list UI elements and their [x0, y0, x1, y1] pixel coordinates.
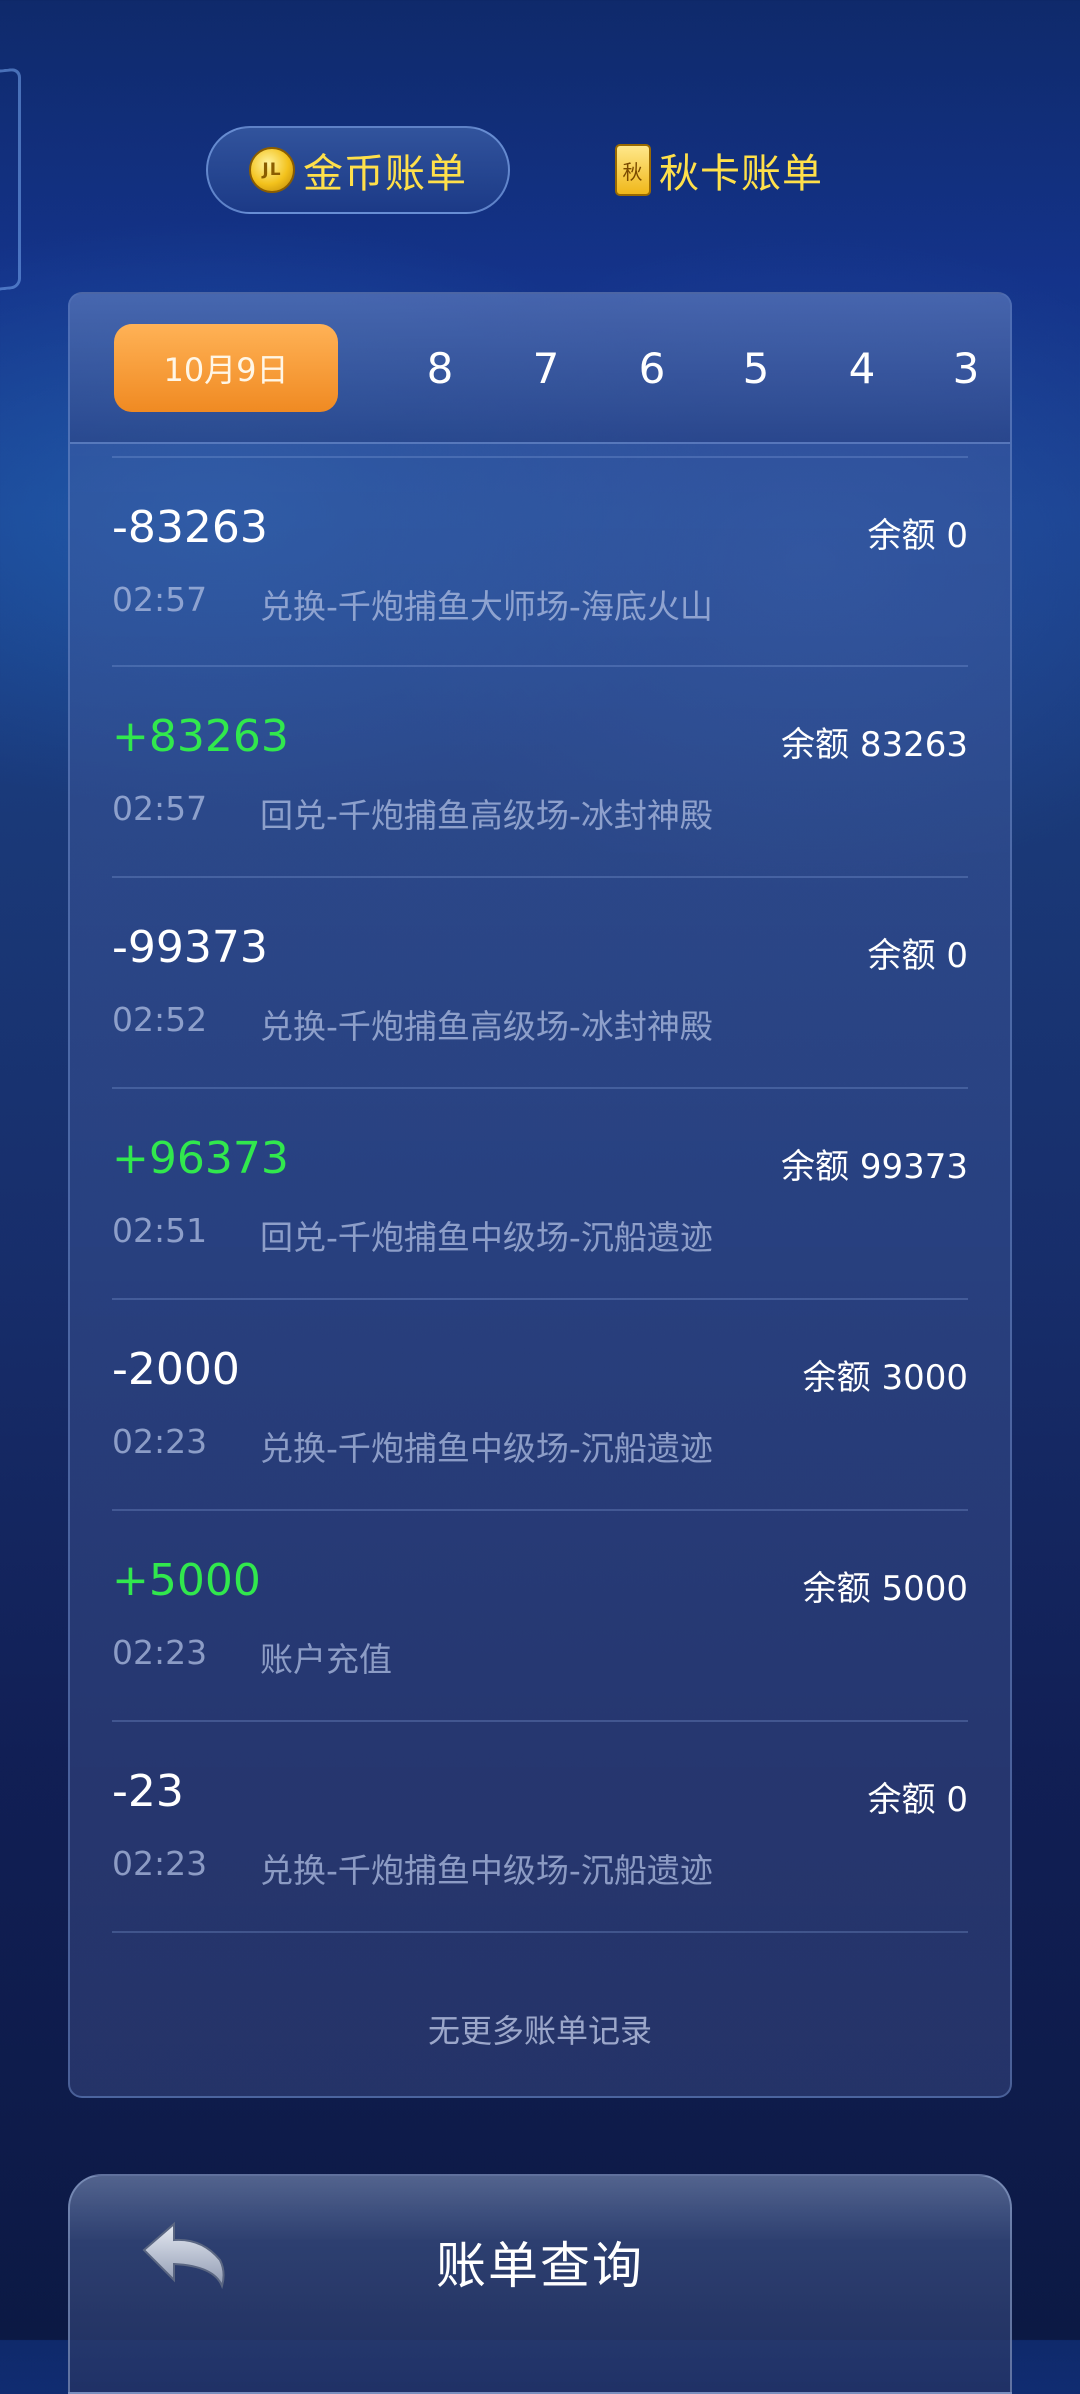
record-amount: +83263 [112, 711, 289, 762]
record-balance: 余额 3000 [802, 1358, 968, 1398]
bill-record-row: +83263 余额 83263 02:57 回兑-千炮捕鱼高级场-冰封神殿 [112, 667, 968, 878]
date-chip[interactable]: 8 [410, 324, 470, 412]
record-balance: 余额 5000 [802, 1569, 968, 1609]
gold-coin-icon: JL [249, 147, 295, 193]
no-more-records-text: 无更多账单记录 [427, 2012, 652, 2050]
bill-record-row: -83263 余额 0 02:57 兑换-千炮捕鱼大师场-海底火山 [112, 456, 968, 667]
tab-gold-bill[interactable]: JL 金币账单 [206, 126, 510, 214]
record-balance: 余额 0 [867, 516, 968, 556]
record-time: 02:52 [112, 1000, 208, 1039]
record-time: 02:23 [112, 1844, 208, 1883]
bill-record-row: -2000 余额 3000 02:23 兑换-千炮捕鱼中级场-沉船遗迹 [112, 1300, 968, 1511]
bottom-bar: 账单查询 [68, 2174, 1012, 2394]
tab-gold-bill-label: 金币账单 [303, 151, 467, 197]
tab-autumn-card-bill-label: 秋卡账单 [659, 151, 823, 197]
record-amount: -2000 [112, 1344, 240, 1395]
edge-decoration [0, 67, 21, 294]
date-selector: 10月9日 8 7 6 5 4 3 [70, 294, 1010, 444]
bill-type-tabs: JL 金币账单 秋 秋卡账单 [206, 126, 886, 218]
record-balance: 余额 83263 [781, 725, 968, 765]
date-chip[interactable]: 6 [622, 324, 682, 412]
bill-record-row: +5000 余额 5000 02:23 账户充值 [112, 1511, 968, 1722]
record-description: 兑换-千炮捕鱼大师场-海底火山 [260, 587, 713, 626]
date-chip[interactable]: 3 [936, 324, 996, 412]
tab-autumn-card-bill[interactable]: 秋 秋卡账单 [594, 126, 844, 214]
bill-panel: 10月9日 8 7 6 5 4 3 -83263 余额 0 02:57 兑换-千… [68, 292, 1012, 2098]
record-description: 回兑-千炮捕鱼中级场-沉船遗迹 [260, 1218, 713, 1257]
record-amount: -99373 [112, 922, 268, 973]
bill-record-row: -99373 余额 0 02:52 兑换-千炮捕鱼高级场-冰封神殿 [112, 878, 968, 1089]
record-balance: 余额 0 [867, 936, 968, 976]
date-chip[interactable]: 5 [726, 324, 786, 412]
record-time: 02:51 [112, 1211, 208, 1250]
record-balance: 余额 99373 [781, 1147, 968, 1187]
record-description: 账户充值 [260, 1640, 392, 1679]
bill-record-row: -23 余额 0 02:23 兑换-千炮捕鱼中级场-沉船遗迹 [112, 1722, 968, 1933]
date-chip-selected[interactable]: 10月9日 [114, 324, 338, 412]
record-amount: +96373 [112, 1133, 289, 1184]
bill-record-row: +96373 余额 99373 02:51 回兑-千炮捕鱼中级场-沉船遗迹 [112, 1089, 968, 1300]
autumn-card-icon: 秋 [615, 144, 651, 196]
record-time: 02:57 [112, 789, 208, 828]
record-description: 兑换-千炮捕鱼中级场-沉船遗迹 [260, 1429, 713, 1468]
bill-record-list: -83263 余额 0 02:57 兑换-千炮捕鱼大师场-海底火山 +83263… [112, 456, 968, 1933]
record-description: 回兑-千炮捕鱼高级场-冰封神殿 [260, 796, 713, 835]
date-chip[interactable]: 7 [516, 324, 576, 412]
date-chip[interactable]: 4 [832, 324, 892, 412]
record-amount: -83263 [112, 502, 268, 553]
bottom-title: 账单查询 [436, 2237, 644, 2295]
record-time: 02:23 [112, 1633, 208, 1672]
record-amount: +5000 [112, 1555, 261, 1606]
record-time: 02:57 [112, 580, 208, 619]
record-time: 02:23 [112, 1422, 208, 1461]
record-description: 兑换-千炮捕鱼中级场-沉船遗迹 [260, 1851, 713, 1890]
record-balance: 余额 0 [867, 1780, 968, 1820]
record-description: 兑换-千炮捕鱼高级场-冰封神殿 [260, 1007, 713, 1046]
record-amount: -23 [112, 1766, 184, 1817]
